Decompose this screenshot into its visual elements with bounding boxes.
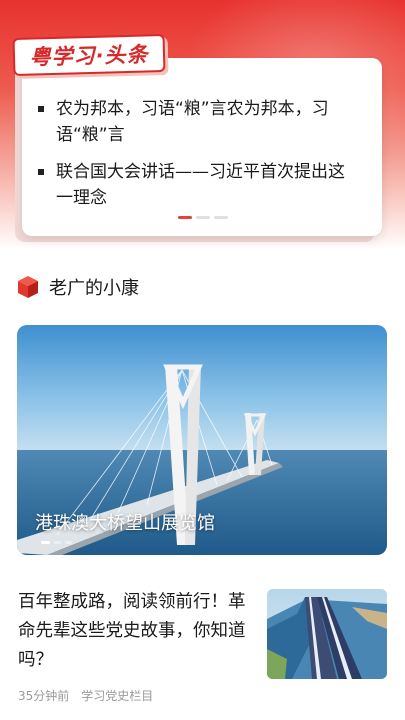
section-header: 老广的小康: [17, 274, 139, 300]
cube-icon: [18, 276, 38, 298]
headline-item-text: 农为邦本，习语“粮”言农为邦本，习语“粮”言: [56, 99, 329, 145]
carousel-dot: [214, 216, 228, 219]
headline-item[interactable]: 农为邦本，习语“粮”言农为邦本，习语“粮”言: [38, 96, 360, 148]
article-time: 35分钟前: [18, 689, 70, 703]
bullet-icon: [38, 106, 44, 112]
article-thumbnail: [267, 589, 387, 679]
bullet-icon: [38, 169, 44, 175]
brand-logo-tag: 粤学习·头条: [12, 34, 166, 76]
feature-card[interactable]: 港珠澳大桥望山展览馆: [17, 325, 387, 555]
carousel-dot-active: [178, 216, 192, 219]
article-meta: 35分钟前 学习党史栏目: [18, 687, 153, 704]
article-list-item[interactable]: 百年整成路，阅读领前行！革命先辈这些党史故事，你知道吗？ 35分钟前 学习党史栏…: [18, 588, 388, 703]
carousel-dot-active: [41, 541, 50, 544]
headline-item-text: 联合国大会讲话——习近平首次提出这一理念: [56, 162, 345, 208]
brand-logo-text: 粤学习·头条: [29, 42, 149, 70]
carousel-dot: [65, 541, 72, 544]
feature-caption: 港珠澳大桥望山展览馆: [35, 513, 215, 534]
article-source: 学习党史栏目: [81, 689, 154, 703]
carousel-dot: [54, 541, 61, 544]
article-title: 百年整成路，阅读领前行！革命先辈这些党史故事，你知道吗？: [18, 592, 246, 670]
headline-list: 农为邦本，习语“粮”言农为邦本，习语“粮”言 联合国大会讲话——习近平首次提出这…: [38, 96, 360, 222]
feature-carousel-indicator: [41, 541, 72, 544]
carousel-dot: [196, 216, 210, 219]
carousel-indicator: [178, 216, 228, 219]
section-title: 老广的小康: [49, 278, 139, 299]
headline-item[interactable]: 联合国大会讲话——习近平首次提出这一理念: [38, 159, 360, 211]
